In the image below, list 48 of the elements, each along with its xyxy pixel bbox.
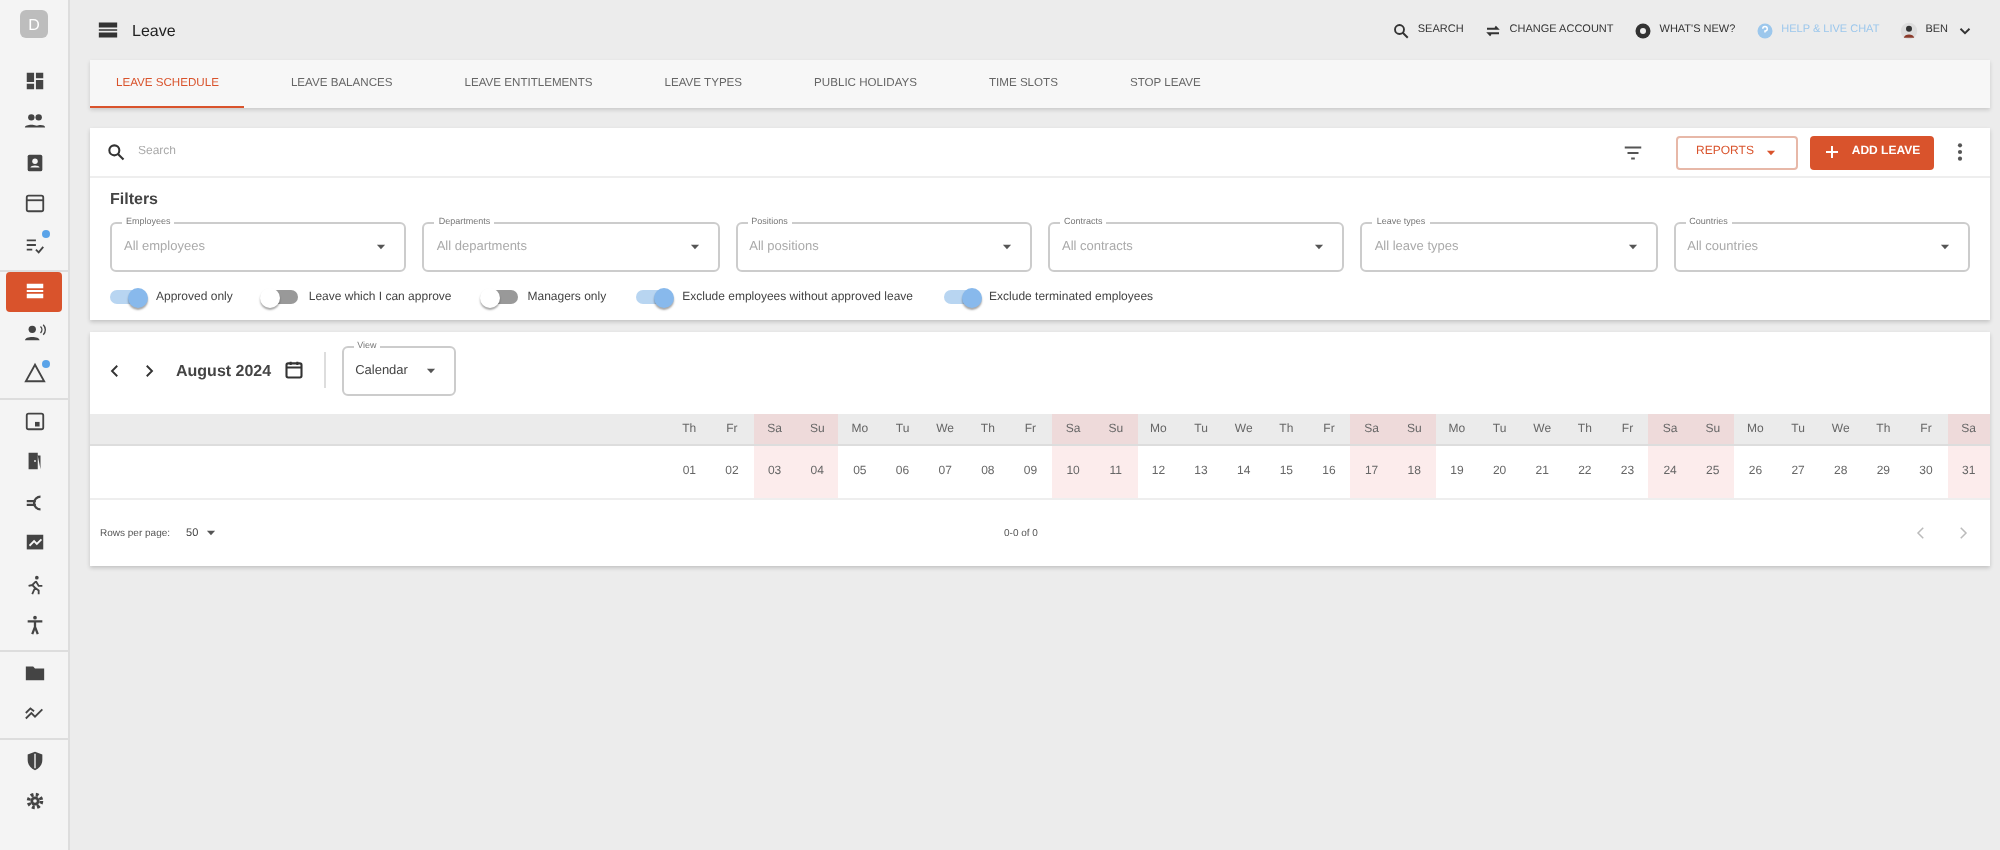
chevron-right-icon xyxy=(1954,524,1972,542)
calendar-icon xyxy=(23,192,45,215)
dropdown-caret-icon xyxy=(423,363,438,377)
dropdown-caret-icon xyxy=(1312,240,1327,254)
user-avatar-icon xyxy=(1899,21,1918,39)
dropdown-caret-icon xyxy=(374,240,389,254)
accessibility-icon xyxy=(23,614,45,637)
dropdown-caret-icon xyxy=(204,526,219,540)
toggle-switch[interactable] xyxy=(481,290,518,304)
dashboard-icon xyxy=(23,69,45,92)
contact-card-icon xyxy=(23,151,45,174)
search-icon xyxy=(1391,21,1410,39)
leave-list-icon xyxy=(23,280,45,303)
shield-icon xyxy=(23,749,45,772)
dropdown-caret-icon xyxy=(999,240,1014,254)
toggle-switch[interactable] xyxy=(262,290,299,304)
section-title: Filters xyxy=(110,190,161,208)
person-voice-icon xyxy=(23,321,45,344)
running-person-icon xyxy=(23,573,45,596)
sidebar-item[interactable] xyxy=(6,271,62,312)
dropdown-caret-icon xyxy=(1937,240,1952,254)
plus-icon xyxy=(1823,144,1840,160)
month-label: August 2024 xyxy=(176,361,272,379)
search-icon xyxy=(106,142,126,162)
door-icon xyxy=(23,450,45,473)
dropdown-caret-icon xyxy=(1625,240,1640,254)
dropdown-caret-icon xyxy=(1763,145,1778,159)
calendar-icon xyxy=(283,360,304,380)
people-icon xyxy=(23,110,45,133)
folder-icon xyxy=(23,661,45,684)
toggle-switch[interactable] xyxy=(110,290,146,304)
swap-arrows-icon xyxy=(1483,21,1502,39)
calendar-event-icon xyxy=(23,409,45,432)
chart-box-icon xyxy=(23,532,45,555)
settings-icon xyxy=(23,790,45,813)
warning-icon xyxy=(23,362,45,385)
dropdown-caret-icon xyxy=(687,240,702,254)
filter-lines-icon xyxy=(1622,141,1644,163)
calendar-picker-button[interactable] xyxy=(279,356,308,384)
chevron-left-icon xyxy=(1912,524,1930,542)
trend-chart-icon xyxy=(23,702,45,725)
toggle-switch[interactable] xyxy=(943,290,980,304)
page-title: Leave xyxy=(132,21,176,39)
help-icon xyxy=(1755,21,1774,39)
chevron-left-icon xyxy=(106,361,124,379)
leave-list-icon xyxy=(96,20,120,40)
toggle-switch[interactable] xyxy=(636,290,673,304)
chevron-right-icon xyxy=(140,361,158,379)
